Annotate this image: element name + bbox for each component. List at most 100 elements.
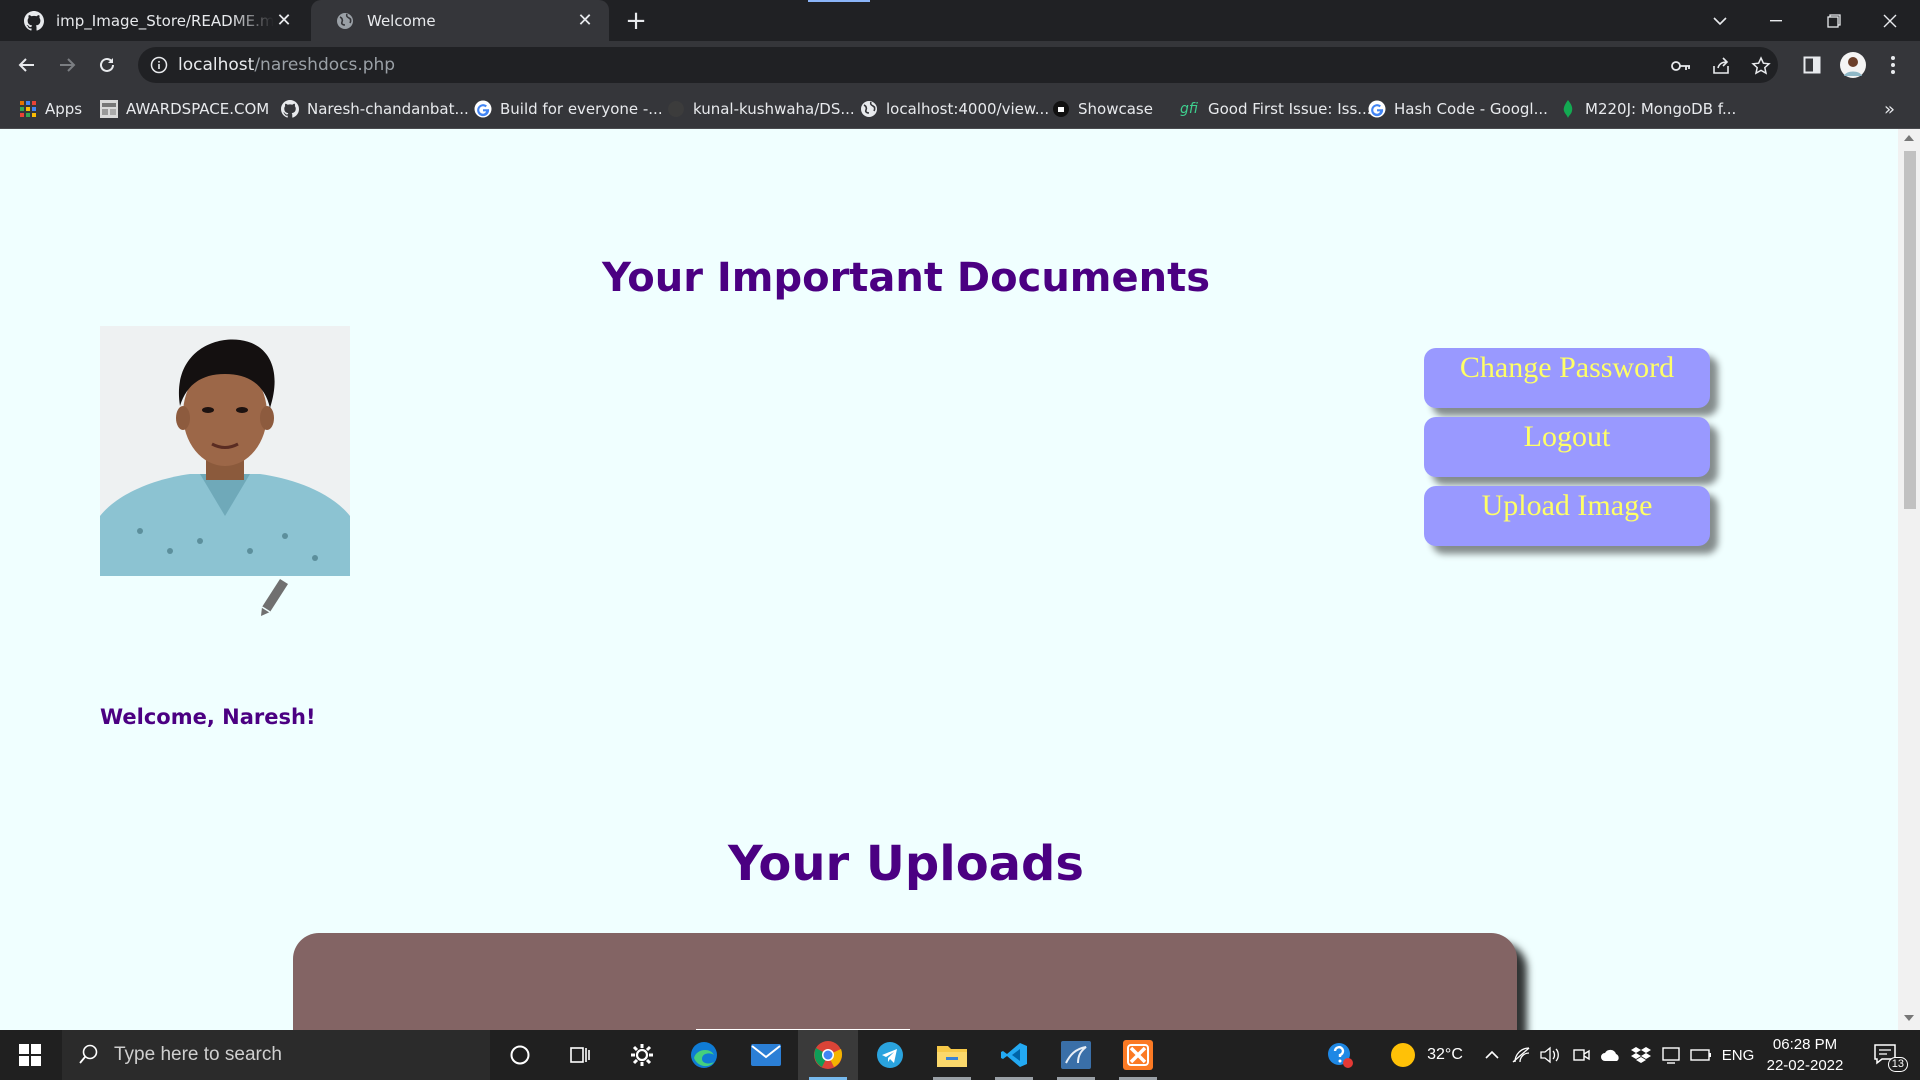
clock-time: 06:28 PM: [1772, 1036, 1838, 1053]
url-text: localhost/nareshdocs.php: [178, 55, 395, 75]
close-window-icon[interactable]: [1862, 0, 1918, 41]
upload-image-button[interactable]: Upload Image: [1424, 486, 1710, 546]
bookmark-good-first-issue[interactable]: gfi Good First Issue: Iss...: [1178, 98, 1372, 120]
close-tab-icon[interactable]: ✕: [274, 10, 294, 31]
scroll-up-icon[interactable]: [1904, 135, 1914, 141]
github-icon: [667, 100, 685, 118]
bookmark-showcase[interactable]: Showcase: [1052, 98, 1153, 120]
onedrive-icon[interactable]: [1598, 1030, 1624, 1080]
restore-icon[interactable]: [1806, 0, 1862, 41]
mongodb-leaf-icon: [1559, 100, 1577, 118]
search-icon: [78, 1043, 102, 1067]
scroll-down-icon[interactable]: [1904, 1015, 1914, 1021]
weather-temperature: 32°C: [1427, 1046, 1463, 1063]
tab-welcome[interactable]: Welcome ✕: [311, 0, 609, 41]
globe-icon: [335, 11, 355, 31]
telegram-icon[interactable]: [860, 1030, 920, 1080]
bookmark-github-naresh[interactable]: Naresh-chandanbat...: [281, 98, 469, 120]
url-host: localhost: [178, 55, 255, 75]
share-icon[interactable]: [1710, 55, 1732, 77]
windows-taskbar: Type here to search 32°C ENG 06:28 PM 22…: [0, 1030, 1920, 1080]
page-scrollbar[interactable]: [1898, 129, 1920, 1030]
page-title: Your Important Documents: [601, 255, 1211, 301]
bookmark-localhost-4000[interactable]: localhost:4000/view...: [860, 98, 1049, 120]
site-icon: [100, 100, 118, 118]
side-panel-icon[interactable]: [1796, 49, 1828, 81]
site-info-icon[interactable]: [150, 56, 168, 74]
bookmark-hash-code[interactable]: Hash Code - Googl...: [1368, 98, 1548, 120]
bookmarks-overflow-button[interactable]: »: [1884, 98, 1895, 120]
github-icon: [281, 100, 299, 118]
chrome-menu-icon[interactable]: [1877, 49, 1909, 81]
profile-avatar[interactable]: [1837, 49, 1869, 81]
url-path: /nareshdocs.php: [254, 55, 396, 75]
bookmark-mongodb[interactable]: M220J: MongoDB f...: [1559, 98, 1736, 120]
display-icon[interactable]: [1658, 1030, 1684, 1080]
chrome-browser-icon[interactable]: [798, 1030, 858, 1080]
profile-photo: [100, 326, 350, 576]
weather-widget[interactable]: 32°C: [1382, 1030, 1472, 1080]
tab-search-icon[interactable]: [1692, 0, 1748, 41]
edit-pencil-icon[interactable]: [256, 577, 290, 617]
bookmark-label: Good First Issue: Iss...: [1208, 100, 1372, 118]
showcase-icon: [1052, 100, 1070, 118]
bookmark-star-icon[interactable]: [1750, 55, 1772, 77]
bookmark-awardspace[interactable]: AWARDSPACE.COM: [100, 98, 269, 120]
notifications-button[interactable]: 13: [1862, 1030, 1910, 1080]
chevron-up-icon[interactable]: [1480, 1030, 1504, 1080]
battery-icon[interactable]: [1688, 1030, 1714, 1080]
new-tab-button[interactable]: +: [622, 8, 650, 36]
page-viewport: Your Important Documents Change Password…: [0, 129, 1898, 1030]
window-drag-indicator: [808, 0, 870, 2]
search-placeholder: Type here to search: [114, 1044, 282, 1065]
back-icon[interactable]: [11, 49, 43, 81]
tab-title: imp_Image_Store/README.md at: [56, 11, 274, 30]
start-button[interactable]: [0, 1030, 60, 1080]
mysql-workbench-icon[interactable]: [1046, 1030, 1106, 1080]
taskbar-clock[interactable]: 06:28 PM 22-02-2022: [1762, 1034, 1848, 1076]
reload-icon[interactable]: [91, 49, 123, 81]
clock-date: 22-02-2022: [1766, 1057, 1844, 1074]
bookmark-label: Apps: [45, 100, 83, 118]
minimize-icon[interactable]: [1748, 0, 1804, 41]
address-bar[interactable]: localhost/nareshdocs.php: [138, 47, 1778, 83]
globe-icon: [860, 100, 878, 118]
edge-browser-icon[interactable]: [674, 1030, 734, 1080]
uploads-heading: Your Uploads: [728, 836, 1084, 892]
google-icon: [1368, 100, 1386, 118]
tab-readme[interactable]: imp_Image_Store/README.md at ✕: [0, 0, 308, 41]
bookmark-label: Showcase: [1078, 100, 1153, 118]
tab-title: Welcome: [367, 11, 436, 30]
change-password-button[interactable]: Change Password: [1424, 348, 1710, 408]
bookmark-label: kunal-kushwaha/DS...: [693, 100, 855, 118]
gfi-icon: gfi: [1180, 101, 1198, 117]
bookmark-label: Build for everyone -...: [500, 100, 663, 118]
browser-tab-strip: imp_Image_Store/README.md at ✕ Welcome ✕…: [0, 0, 1920, 41]
vscode-icon[interactable]: [984, 1030, 1044, 1080]
bookmark-label: M220J: MongoDB f...: [1585, 100, 1737, 118]
dropbox-icon[interactable]: [1628, 1030, 1654, 1080]
wifi-icon[interactable]: [1508, 1030, 1534, 1080]
bookmark-kunal-dsa[interactable]: kunal-kushwaha/DS...: [667, 98, 855, 120]
scrollbar-thumb[interactable]: [1904, 151, 1916, 509]
settings-gear-icon[interactable]: [612, 1030, 672, 1080]
mail-icon[interactable]: [736, 1030, 796, 1080]
bookmark-apps[interactable]: Apps: [19, 98, 82, 120]
logout-button[interactable]: Logout: [1424, 417, 1710, 477]
language-indicator[interactable]: ENG: [1718, 1030, 1758, 1080]
key-icon[interactable]: [1670, 55, 1692, 77]
bookmark-build-for-everyone[interactable]: Build for everyone -...: [474, 98, 663, 120]
volume-icon[interactable]: [1536, 1030, 1562, 1080]
xampp-icon[interactable]: [1108, 1030, 1168, 1080]
bookmarks-bar: Apps AWARDSPACE.COM Naresh-chandanbat...…: [0, 89, 1920, 129]
task-view-icon[interactable]: [550, 1030, 610, 1080]
bookmark-label: Hash Code - Googl...: [1394, 100, 1548, 118]
close-tab-icon[interactable]: ✕: [575, 10, 595, 31]
meet-now-icon[interactable]: [1568, 1030, 1594, 1080]
file-explorer-icon[interactable]: [922, 1030, 982, 1080]
taskbar-search-box[interactable]: Type here to search: [62, 1030, 490, 1080]
bookmark-label: Naresh-chandanbat...: [307, 100, 469, 118]
forward-icon[interactable]: [51, 49, 83, 81]
help-icon[interactable]: [1320, 1030, 1360, 1080]
cortana-icon[interactable]: [490, 1030, 550, 1080]
